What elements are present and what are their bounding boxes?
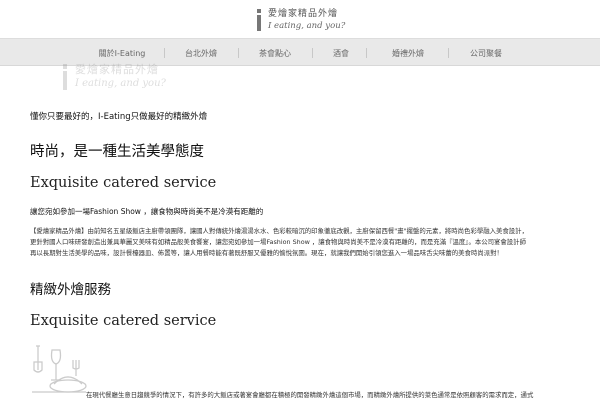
description-paragraph: 【愛燴家精品外燴】由前知名五星級飯店主廚帶領團隊，讓國人對傳統外燴湯湯水水、色彩… — [30, 226, 575, 259]
watermark-mark-icon — [60, 64, 70, 90]
logo-mark-icon — [254, 9, 264, 31]
paragraph-line: 更針對國人口味研發創造出兼具華麗又美味有如精品般美食饗宴，讓您宛如參加一場Fas… — [30, 238, 526, 246]
heading-catering-service: 精緻外燴服務 — [30, 282, 111, 298]
nav-item-tea-snacks[interactable]: 茶會點心 — [246, 45, 304, 61]
heading-english-2: Exquisite catered service — [30, 313, 217, 329]
paragraph-line: 【愛燴家精品外燴】由前知名五星級飯店主廚帶領團隊，讓國人對傳統外燴湯湯水水、色彩… — [30, 227, 528, 235]
logo-chinese-text: 愛燴家精品外燴 — [268, 8, 339, 19]
tableware-illustration-icon — [32, 345, 87, 393]
nav-divider — [366, 48, 367, 58]
nav-item-about[interactable]: 關於I-Eating — [88, 45, 156, 61]
nav-item-cocktail[interactable]: 酒會 — [320, 45, 362, 61]
watermark-english-tagline: I eating, and you? — [75, 78, 166, 89]
site-header: 愛燴家精品外燴 I eating, and you? — [0, 0, 600, 38]
nav-item-taipei-catering[interactable]: 台北外燴 — [172, 45, 230, 61]
nav-item-company-dinner[interactable]: 公司聚餐 — [456, 45, 516, 61]
paragraph-line: 再以長期對生活美學的品味，設計餐檯器皿、佈置等，讓人用餐時能有著既舒服又優雅的愉… — [30, 249, 503, 257]
nav-divider — [164, 48, 165, 58]
nav-divider — [312, 48, 313, 58]
intro-text: 懂你只要最好的，I-Eating只做最好的精緻外燴 — [30, 112, 208, 122]
subheading-fashion-show: 讓您宛如參加一場Fashion Show ，讓食物與時尚美不是冷漠有距離的 — [30, 207, 264, 216]
nav-divider — [238, 48, 239, 58]
site-logo[interactable]: 愛燴家精品外燴 I eating, and you? — [254, 5, 345, 35]
nav-divider — [448, 48, 449, 58]
nav-item-wedding-catering[interactable]: 婚禮外燴 — [374, 45, 442, 61]
watermark-chinese-text: 愛燴家精品外燴 — [75, 63, 159, 76]
watermark-logo: 愛燴家精品外燴 I eating, and you? — [60, 64, 166, 90]
heading-english-1: Exquisite catered service — [30, 175, 217, 191]
heading-fashion-lifestyle: 時尚，是一種生活美學態度 — [30, 144, 204, 160]
main-navigation: 關於I-Eating 台北外燴 茶會點心 酒會 婚禮外燴 公司聚餐 — [0, 38, 600, 66]
logo-english-tagline: I eating, and you? — [268, 20, 346, 31]
bottom-paragraph: 在現代餐廳生意日趨競爭的情況下，有許多的大飯店或著宴會廳都在積極的開發精緻外燴這… — [86, 391, 534, 399]
